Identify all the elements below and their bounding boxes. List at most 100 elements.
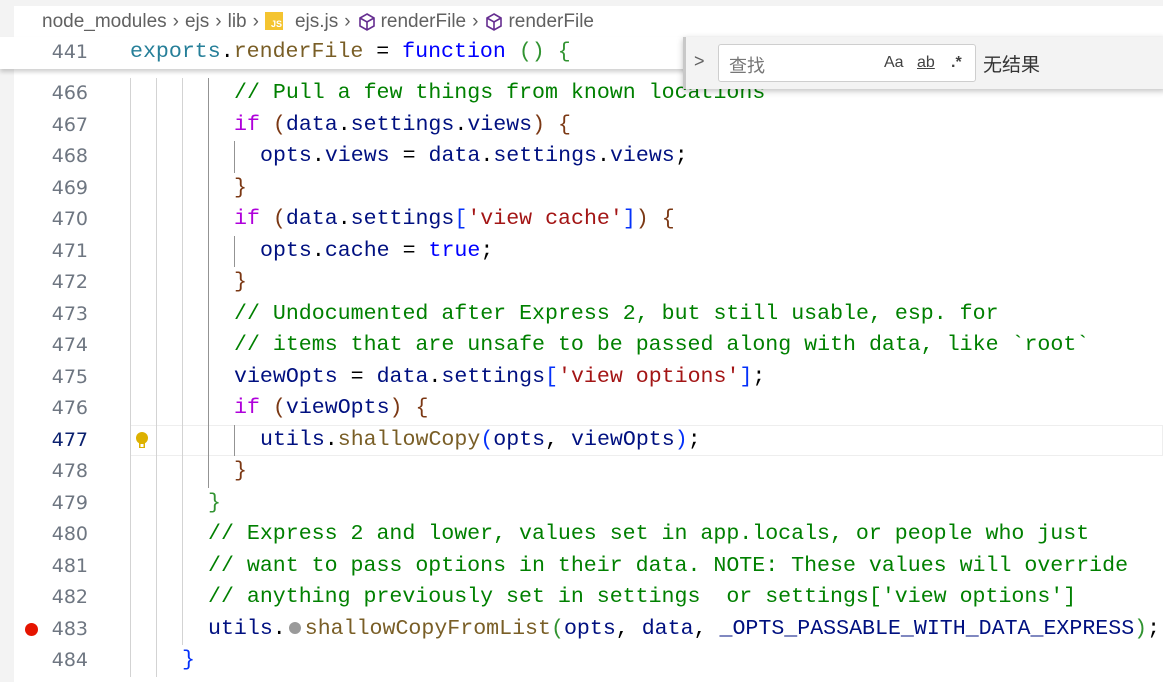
breakpoint-icon[interactable] <box>25 622 38 636</box>
code-token: ; <box>752 364 766 389</box>
code-token: settings <box>493 144 597 168</box>
line-number[interactable]: 481 <box>20 551 88 583</box>
code-token: . <box>311 144 325 168</box>
code-line[interactable]: 482 // anything previously set in setting… <box>0 582 1163 614</box>
code-token: // anything previously set in settings o… <box>208 585 1077 609</box>
code-token: views <box>324 144 390 168</box>
find-input[interactable]: 查找 Aa ab .* <box>718 44 976 82</box>
whole-word-button[interactable]: ab <box>917 54 935 72</box>
code-line[interactable]: 479} <box>0 487 1163 520</box>
indent-guide <box>182 204 183 236</box>
code-line[interactable]: 481 // want to pass options in their data… <box>0 550 1163 583</box>
code-line[interactable]: 469} <box>0 172 1163 205</box>
line-number[interactable]: 478 <box>20 456 88 488</box>
code-token: ) <box>1134 616 1148 641</box>
indent-guide <box>182 235 183 267</box>
indent-guide <box>156 519 157 551</box>
indent-guide <box>182 424 183 456</box>
code-line[interactable]: 474 // items that are unsafe to be passed… <box>0 330 1163 362</box>
indent-guide <box>156 330 157 362</box>
indent-guide <box>234 424 235 456</box>
line-number[interactable]: 466 <box>20 78 88 110</box>
code-token: . <box>311 238 325 263</box>
code-text: utils. shallowCopyFromList(opts, data, _O… <box>208 614 1160 646</box>
inline-breakpoint-dot-icon[interactable] <box>288 621 301 634</box>
indent-guide <box>182 298 183 330</box>
line-number[interactable]: 441 <box>20 37 88 69</box>
line-number[interactable]: 467 <box>20 110 88 142</box>
indent-guide <box>130 487 131 519</box>
indent-guide <box>156 172 157 204</box>
indent-guide <box>130 204 131 236</box>
code-token: function <box>402 40 506 64</box>
code-text: // Undocumented after Express 2, but sti… <box>234 299 999 331</box>
code-token: { <box>558 112 572 137</box>
indent-guide <box>130 330 131 362</box>
code-token: opts <box>260 238 312 263</box>
code-line[interactable]: 476 if (viewOpts) { <box>0 393 1163 425</box>
indent-guide <box>156 298 157 330</box>
indent-guide <box>156 267 157 299</box>
regex-button[interactable]: .* <box>951 54 962 72</box>
line-number[interactable]: 479 <box>20 488 88 520</box>
code-line[interactable]: 467 if (data.settings.views) { <box>0 109 1163 142</box>
code-text: } <box>208 488 221 520</box>
indent-guide <box>208 109 209 141</box>
line-number[interactable]: 472 <box>20 267 88 299</box>
toggle-replace-chevron-icon[interactable]: > <box>694 51 705 72</box>
line-number[interactable]: 471 <box>20 236 88 268</box>
code-line[interactable]: 473 // Undocumented after Express 2, but … <box>0 298 1163 331</box>
indent-guide <box>182 361 183 393</box>
code-line[interactable]: 468 opts.views = data.settings.views; <box>0 141 1163 173</box>
code-line[interactable]: 478} <box>0 456 1163 488</box>
code-token: ) <box>635 207 649 231</box>
code-text: // anything previously set in settings o… <box>208 582 1076 614</box>
code-text: } <box>234 267 247 299</box>
line-number[interactable]: 468 <box>20 141 88 173</box>
code-token: viewOpts <box>285 396 390 420</box>
code-line[interactable]: 470 if (data.settings['view cache']) { <box>0 204 1163 236</box>
code-token: data <box>285 207 338 231</box>
line-number[interactable]: 476 <box>20 393 88 425</box>
indent-guide <box>156 645 157 677</box>
code-token: = <box>337 364 377 389</box>
code-line[interactable]: 475 viewOpts = data.settings['view option… <box>0 361 1163 394</box>
code-token: } <box>182 648 195 672</box>
line-number[interactable]: 473 <box>20 299 88 331</box>
indent-guide <box>156 361 157 393</box>
code-text: opts.views = data.settings.views; <box>260 141 688 173</box>
code-token: . <box>337 207 351 231</box>
line-number[interactable]: 470 <box>20 204 88 236</box>
line-number[interactable]: 469 <box>20 173 88 205</box>
code-line[interactable]: 480 // Express 2 and lower, values set in… <box>0 519 1163 551</box>
code-line[interactable]: 483 utils. shallowCopyFromList(opts, data,… <box>0 613 1163 646</box>
line-number[interactable]: 474 <box>20 330 88 362</box>
code-token: ; <box>687 427 701 452</box>
code-token: _OPTS_PASSABLE_WITH_DATA_EXPRESS <box>719 616 1135 641</box>
code-token: cache <box>324 238 390 263</box>
indent-guide <box>208 393 209 425</box>
code-line[interactable]: 484} <box>0 645 1163 677</box>
code-line[interactable]: 477 utils.shallowCopy(opts, viewOpts); <box>0 424 1163 457</box>
code-text: utils.shallowCopy(opts, viewOpts); <box>260 425 701 457</box>
code-token: [ <box>545 364 559 389</box>
code-line[interactable]: 472} <box>0 267 1163 299</box>
code-line[interactable]: 471 opts.cache = true; <box>0 235 1163 268</box>
match-case-button[interactable]: Aa <box>884 54 904 72</box>
indent-guide <box>182 550 183 582</box>
code-token: ( <box>480 427 494 452</box>
indent-guide <box>156 550 157 582</box>
lightbulb-icon[interactable] <box>135 431 149 451</box>
line-number[interactable]: 477 <box>20 425 88 457</box>
indent-guide <box>208 456 209 488</box>
code-editor[interactable]: 466// Pull a few things from known locat… <box>0 0 1163 682</box>
code-token: } <box>208 490 221 515</box>
line-number[interactable]: 484 <box>20 645 88 677</box>
line-number[interactable]: 480 <box>20 519 88 551</box>
indent-guide <box>130 267 131 299</box>
code-token: } <box>234 175 247 200</box>
line-number[interactable]: 482 <box>20 582 88 614</box>
line-number[interactable]: 475 <box>20 362 88 394</box>
